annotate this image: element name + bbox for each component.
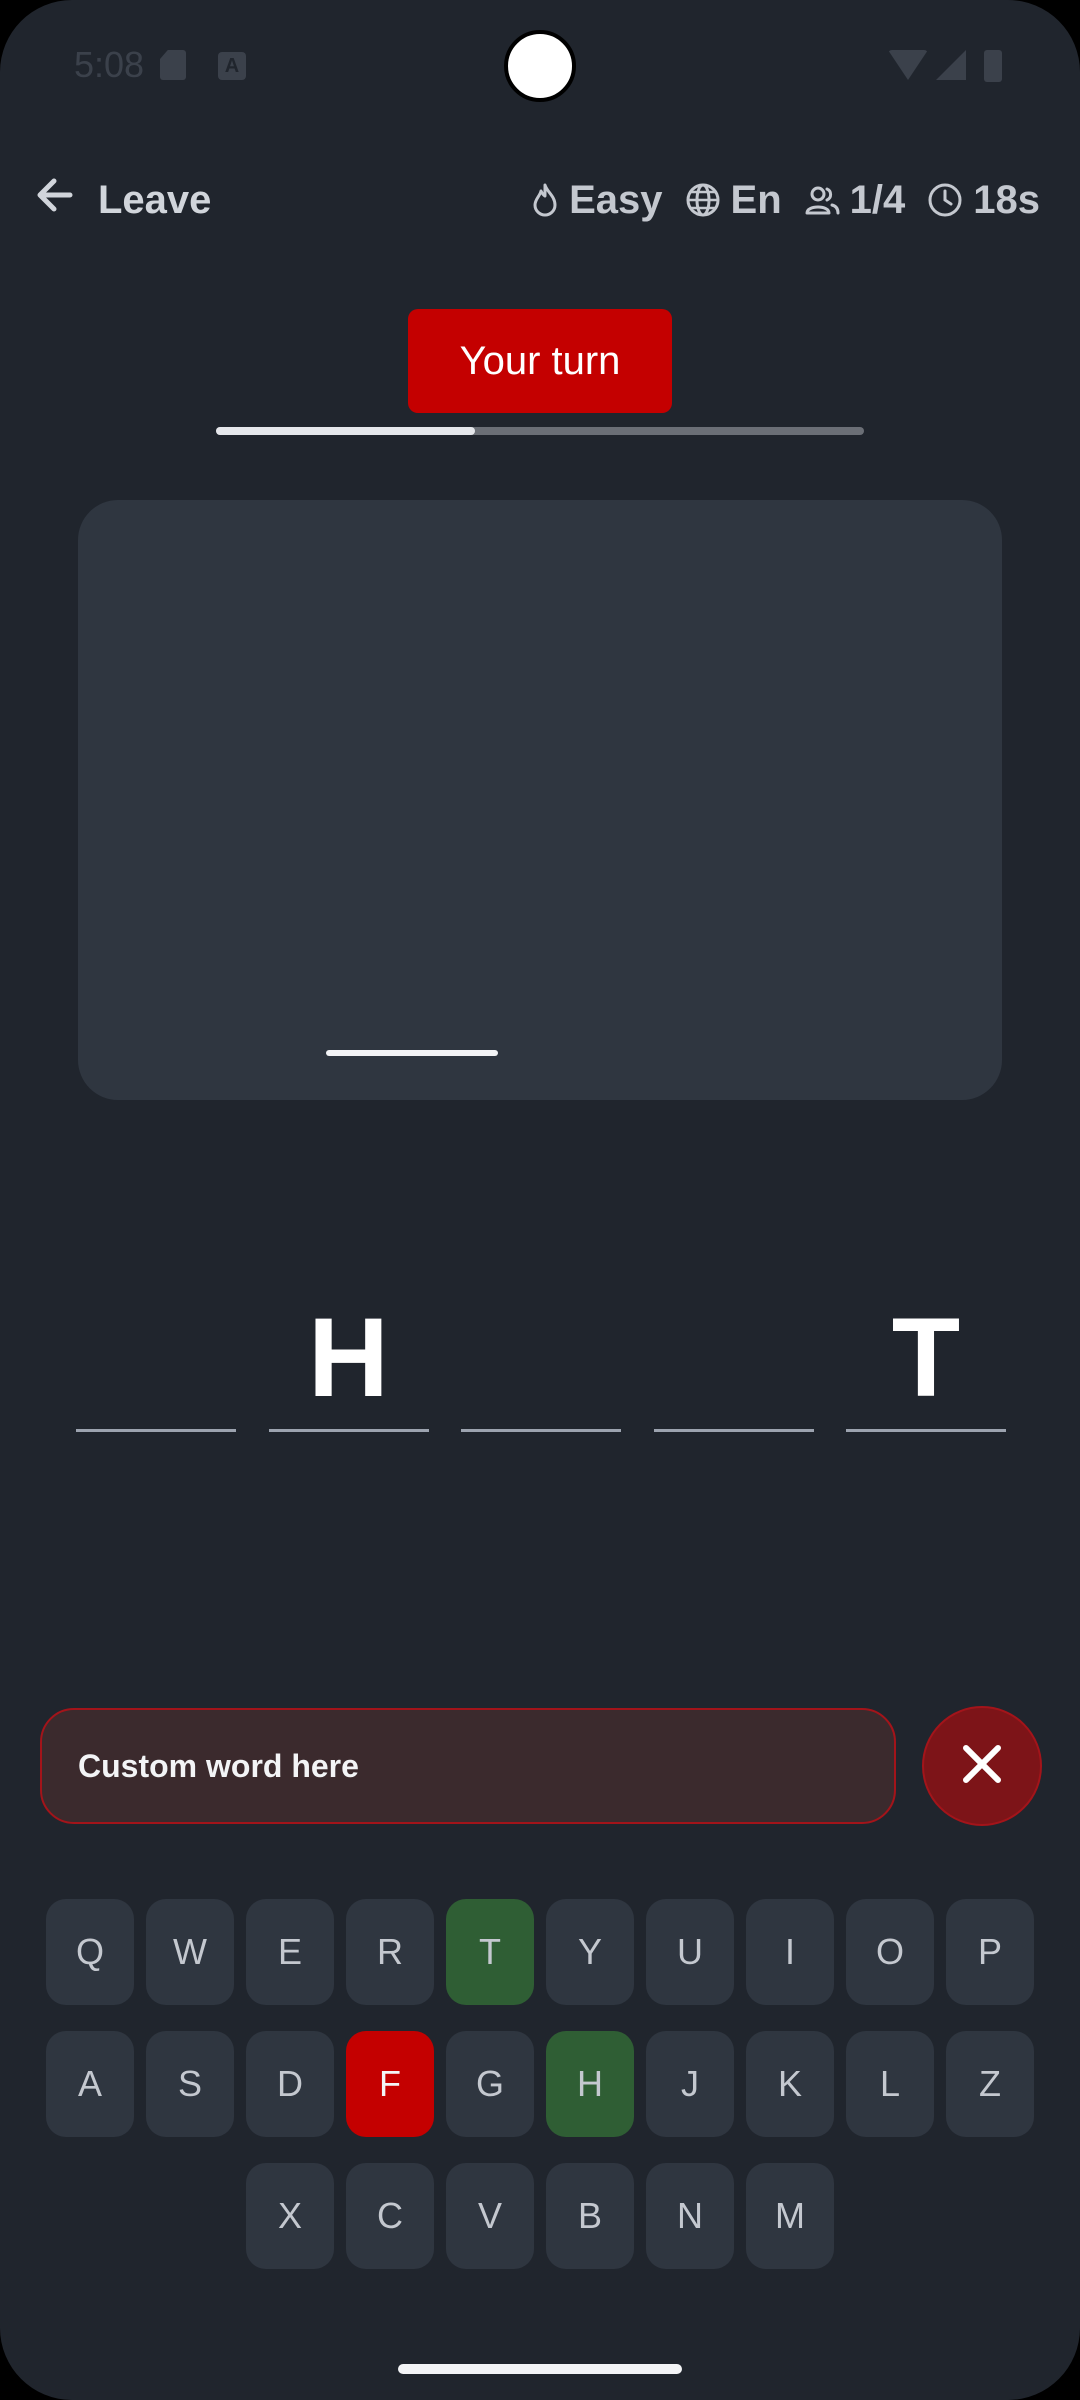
home-indicator (398, 2364, 682, 2374)
difficulty-indicator: Easy (531, 177, 663, 223)
key-j[interactable]: J (646, 2031, 734, 2137)
key-g[interactable]: G (446, 2031, 534, 2137)
key-b[interactable]: B (546, 2163, 634, 2269)
wifi-icon (888, 50, 928, 80)
letter-slot: H (268, 1290, 429, 1432)
arrow-left-icon (34, 177, 74, 223)
key-y[interactable]: Y (546, 1899, 634, 2005)
users-icon (804, 184, 840, 216)
close-icon (960, 1742, 1004, 1791)
key-p[interactable]: P (946, 1899, 1034, 2005)
players-count: 1/4 (849, 177, 906, 222)
timer-indicator: 18s (927, 178, 1040, 223)
letter-slot (653, 1290, 814, 1432)
word-slots: H T (76, 1290, 1006, 1432)
status-time: 5:08 (74, 44, 145, 85)
clear-button[interactable] (922, 1706, 1042, 1826)
players-indicator: 1/4 (804, 177, 906, 223)
timer-value: 18s (973, 177, 1040, 222)
game-header: Leave Easy En 1/4 18s (0, 170, 1080, 230)
custom-word-input[interactable] (40, 1708, 896, 1824)
key-e[interactable]: E (246, 1899, 334, 2005)
clock-icon (927, 182, 963, 218)
letter-slot (76, 1290, 236, 1432)
turn-progress-fill (216, 427, 476, 435)
camera-cutout (504, 30, 576, 102)
difficulty-label: Easy (569, 177, 663, 222)
key-d[interactable]: D (246, 2031, 334, 2137)
language-label: En (730, 177, 782, 222)
key-s[interactable]: S (146, 2031, 234, 2137)
key-v[interactable]: V (446, 2163, 534, 2269)
key-k[interactable]: K (746, 2031, 834, 2137)
flame-icon (531, 182, 559, 218)
key-o[interactable]: O (846, 1899, 934, 2005)
keyboard-row-1: QWERTYUIOP (0, 1899, 1080, 2005)
letter-slot (461, 1290, 621, 1432)
key-u[interactable]: U (646, 1899, 734, 2005)
leave-button[interactable]: Leave (34, 170, 211, 230)
key-h[interactable]: H (546, 2031, 634, 2137)
keyboard-row-3: XCVBNM (0, 2163, 1080, 2269)
sd-card-icon (160, 50, 186, 80)
turn-badge: Your turn (408, 309, 672, 413)
key-m[interactable]: M (746, 2163, 834, 2269)
key-w[interactable]: W (146, 1899, 234, 2005)
key-l[interactable]: L (846, 2031, 934, 2137)
drawing-stroke (326, 1050, 498, 1056)
letter-slot: T (846, 1290, 1006, 1432)
key-t[interactable]: T (446, 1899, 534, 2005)
game-screen: 5:08 A Leave Easy En 1/4 18s Your turn H… (0, 0, 1080, 2400)
key-c[interactable]: C (346, 2163, 434, 2269)
leave-label: Leave (98, 177, 212, 222)
battery-icon (984, 50, 1002, 82)
key-i[interactable]: I (746, 1899, 834, 2005)
key-x[interactable]: X (246, 2163, 334, 2269)
drawing-canvas[interactable] (78, 500, 1002, 1100)
globe-icon (685, 182, 721, 218)
signal-icon (936, 50, 966, 80)
key-f[interactable]: F (346, 2031, 434, 2137)
key-z[interactable]: Z (946, 2031, 1034, 2137)
key-a[interactable]: A (46, 2031, 134, 2137)
language-indicator: En (685, 178, 782, 223)
key-q[interactable]: Q (46, 1899, 134, 2005)
app-notification-icon: A (218, 52, 246, 80)
game-meta: Easy En 1/4 18s (531, 170, 1040, 230)
turn-progress-bar (216, 427, 864, 435)
key-r[interactable]: R (346, 1899, 434, 2005)
keyboard-row-2: ASDFGHJKLZ (0, 2031, 1080, 2137)
key-n[interactable]: N (646, 2163, 734, 2269)
